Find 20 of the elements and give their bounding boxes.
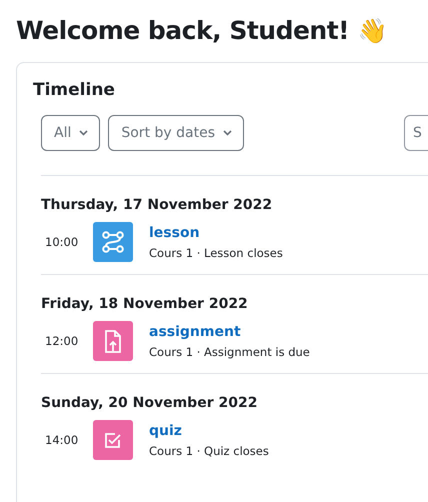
filter-dropdown[interactable]: All: [41, 115, 100, 151]
event-time: 10:00: [44, 235, 80, 249]
event-detail: Cours 1 · Assignment is due: [149, 344, 310, 360]
card-title: Timeline: [33, 79, 116, 102]
search-field[interactable]: S: [404, 115, 428, 151]
day-heading: Sunday, 20 November 2022: [41, 394, 258, 412]
waving-hand-icon: 👋: [357, 17, 387, 45]
filter-dropdown[interactable]: Sort by dates: [108, 115, 244, 151]
day-heading: Friday, 18 November 2022: [41, 295, 249, 313]
page-heading: Welcome back, Student!: [16, 16, 350, 45]
event-link[interactable]: quiz: [149, 421, 269, 441]
day-heading: Thursday, 17 November 2022: [41, 196, 274, 214]
caret-icon: [79, 130, 88, 136]
event-link[interactable]: lesson: [149, 223, 283, 243]
event-detail: Cours 1 · Quiz closes: [149, 443, 269, 459]
caret-icon: [223, 130, 232, 136]
event-time: 14:00: [44, 433, 80, 447]
event-link[interactable]: assignment: [149, 322, 310, 342]
event-detail: Cours 1 · Lesson closes: [149, 245, 283, 261]
event-time: 12:00: [44, 334, 80, 348]
